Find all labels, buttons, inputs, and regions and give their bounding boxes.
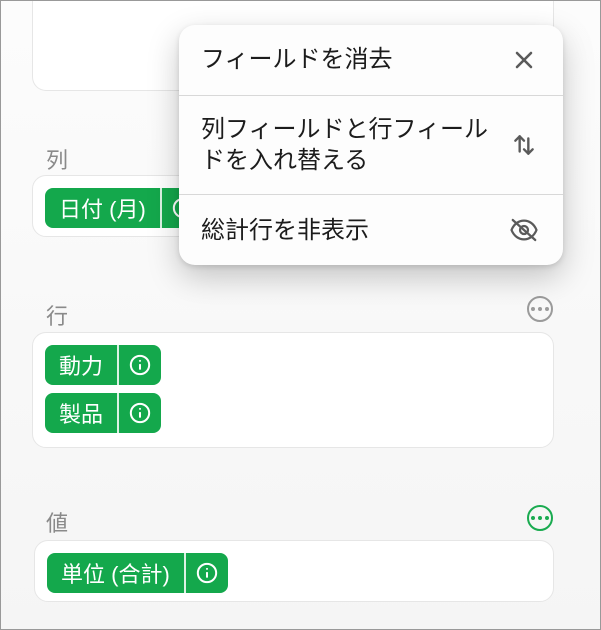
value-chip-units[interactable]: 単位 (合計): [47, 553, 228, 593]
menu-item-label: フィールドを消去: [201, 44, 507, 75]
eye-off-icon: [507, 213, 541, 247]
info-icon[interactable]: [186, 553, 228, 593]
values-more-button[interactable]: [527, 505, 553, 531]
row-chip-product[interactable]: 製品: [45, 393, 161, 433]
values-field-area[interactable]: 単位 (合計): [34, 540, 554, 602]
menu-item-label: 総計行を非表示: [201, 215, 507, 246]
chip-label: 単位 (合計): [47, 553, 184, 593]
columns-section-label: 列: [46, 143, 68, 175]
menu-item-hide-grand-total[interactable]: 総計行を非表示: [179, 195, 563, 265]
close-icon: [507, 43, 541, 77]
row-chip-power[interactable]: 動力: [45, 345, 161, 385]
rows-section-label: 行: [46, 299, 68, 331]
menu-item-clear-fields[interactable]: フィールドを消去: [179, 25, 563, 95]
info-icon[interactable]: [119, 393, 161, 433]
menu-item-label: 列フィールドと行フィールドを入れ替える: [201, 114, 507, 176]
rows-more-button[interactable]: [527, 296, 553, 322]
more-icon: [531, 516, 549, 520]
menu-item-swap-fields[interactable]: 列フィールドと行フィールドを入れ替える: [179, 96, 563, 194]
chip-label: 動力: [45, 345, 117, 385]
chip-label: 日付 (月): [45, 188, 160, 228]
swap-icon: [507, 128, 541, 162]
chip-label: 製品: [45, 393, 117, 433]
values-section-label: 値: [46, 506, 68, 538]
info-icon[interactable]: [119, 345, 161, 385]
rows-field-area[interactable]: 動力 製品: [32, 332, 554, 448]
field-options-popover: フィールドを消去 列フィールドと行フィールドを入れ替える 総計行を非表示: [179, 25, 563, 265]
more-icon: [531, 307, 549, 311]
